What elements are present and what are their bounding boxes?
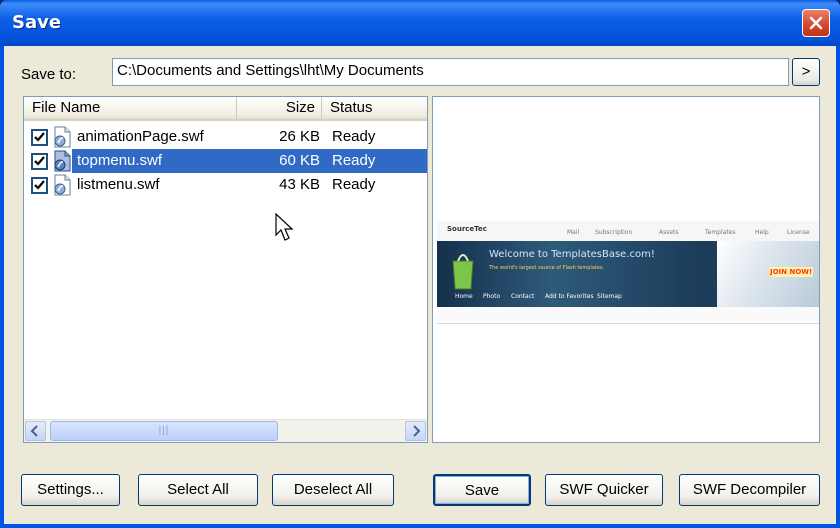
select-all-button[interactable]: Select All xyxy=(138,474,258,506)
save-button[interactable]: Save xyxy=(433,474,531,506)
file-list[interactable]: File Name Size Status animationPage.swf … xyxy=(23,96,428,443)
preview-bottom-link: Sitemap xyxy=(597,293,622,300)
checkmark-icon xyxy=(34,156,45,166)
swf-file-icon xyxy=(54,150,71,172)
chevron-right-icon xyxy=(413,425,421,437)
preview-bottom-link: Contact xyxy=(511,293,535,300)
file-checkbox[interactable] xyxy=(31,153,48,170)
preview-site-header: SourceTec Mail Subscription Assets Templ… xyxy=(437,221,819,242)
close-button[interactable] xyxy=(802,9,830,37)
save-to-label: Save to: xyxy=(21,66,77,83)
window-title: Save xyxy=(12,12,62,33)
column-header-file-name[interactable]: File Name xyxy=(24,97,237,119)
preview-nav-item: Templates xyxy=(705,229,736,236)
file-status: Ready xyxy=(332,152,376,169)
mouse-cursor-icon xyxy=(275,213,294,241)
column-header-status[interactable]: Status xyxy=(322,97,427,119)
preview-headline: Welcome to TemplatesBase.com! xyxy=(489,249,655,260)
swf-file-icon xyxy=(54,174,71,196)
file-status: Ready xyxy=(332,176,376,193)
swf-quicker-button[interactable]: SWF Quicker xyxy=(545,474,663,506)
horizontal-scrollbar[interactable]: ||| xyxy=(24,419,427,442)
scroll-right-button[interactable] xyxy=(405,421,426,441)
dialog-body: Save to: C:\Documents and Settings\lht\M… xyxy=(4,46,836,524)
save-path-input[interactable]: C:\Documents and Settings\lht\My Documen… xyxy=(112,58,789,86)
file-checkbox[interactable] xyxy=(31,129,48,146)
scroll-left-button[interactable] xyxy=(25,421,46,441)
file-name: listmenu.swf xyxy=(77,176,160,193)
checkmark-icon xyxy=(34,180,45,190)
chevron-left-icon xyxy=(30,425,38,437)
preview-nav-item: License xyxy=(787,229,810,236)
title-bar[interactable]: Save xyxy=(0,0,840,46)
scroll-thumb[interactable]: ||| xyxy=(50,421,278,441)
save-dialog: Save Save to: C:\Documents and Settings\… xyxy=(0,0,840,528)
preview-search-bar xyxy=(437,307,819,324)
file-size: 60 KB xyxy=(279,152,320,169)
preview-nav-item: Assets xyxy=(659,229,679,236)
column-header-size[interactable]: Size xyxy=(237,97,322,119)
swf-decompiler-button[interactable]: SWF Decompiler xyxy=(679,474,820,506)
shopping-bag-icon xyxy=(452,254,474,290)
file-name: animationPage.swf xyxy=(77,128,204,145)
preview-bottom-link: Home xyxy=(455,293,473,300)
preview-logo: SourceTec xyxy=(447,225,487,233)
swf-preview-pane: SourceTec Mail Subscription Assets Templ… xyxy=(432,96,820,443)
file-status: Ready xyxy=(332,128,376,145)
file-row[interactable]: animationPage.swf 26 KB Ready xyxy=(28,125,427,149)
checkmark-icon xyxy=(34,132,45,142)
preview-nav-item: Help xyxy=(755,229,769,236)
preview-nav-item: Subscription xyxy=(595,229,633,236)
preview-subtext: The world's largest source of Flash temp… xyxy=(489,265,605,271)
deselect-all-button[interactable]: Deselect All xyxy=(272,474,394,506)
settings-button[interactable]: Settings... xyxy=(21,474,120,506)
file-size: 26 KB xyxy=(279,128,320,145)
preview-side-panel: JOIN NOW! xyxy=(717,241,819,307)
file-list-header: File Name Size Status xyxy=(24,97,427,121)
preview-nav-item: Mail xyxy=(567,229,580,236)
preview-bottom-link: Photo xyxy=(483,293,501,300)
close-icon xyxy=(809,16,823,30)
preview-join-badge: JOIN NOW! xyxy=(769,267,814,277)
file-row[interactable]: listmenu.swf 43 KB Ready xyxy=(28,173,427,197)
file-row[interactable]: topmenu.swf 60 KB Ready xyxy=(28,149,427,173)
browse-button[interactable]: > xyxy=(792,58,820,86)
file-size: 43 KB xyxy=(279,176,320,193)
file-checkbox[interactable] xyxy=(31,177,48,194)
swf-file-icon xyxy=(54,126,71,148)
preview-bottom-link: Add to Favorites xyxy=(545,293,594,300)
file-name: topmenu.swf xyxy=(77,152,163,169)
